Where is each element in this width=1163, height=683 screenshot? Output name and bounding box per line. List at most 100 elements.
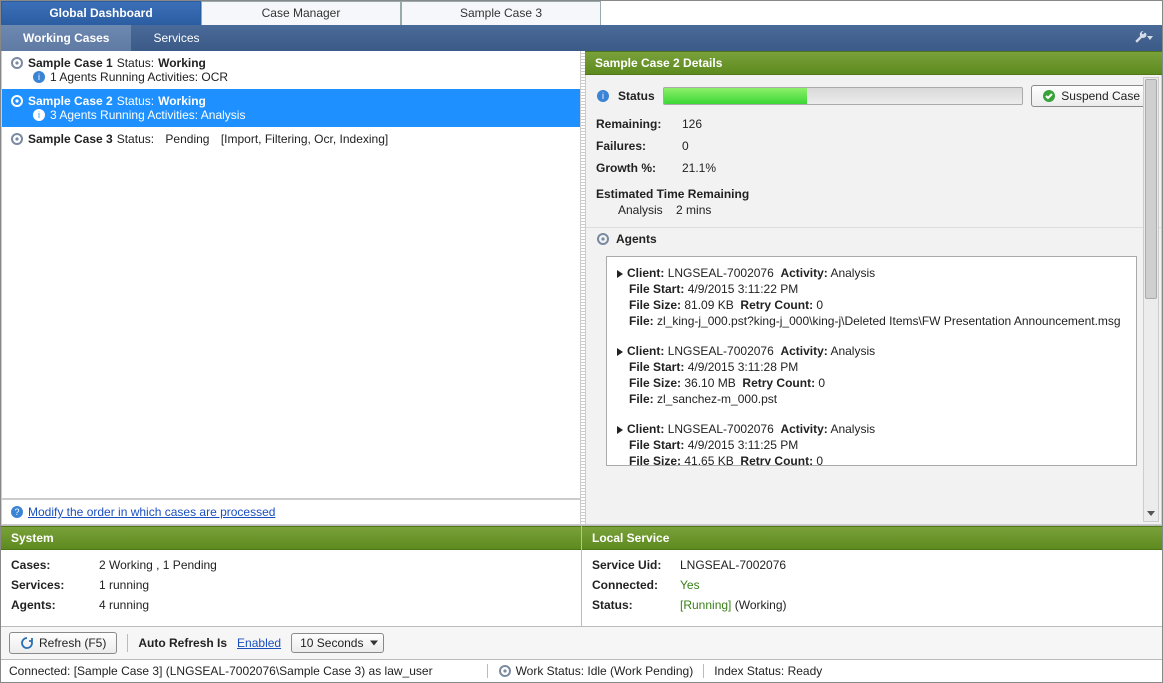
status-label: Status [618,89,655,103]
tab-case-manager[interactable]: Case Manager [201,1,401,25]
progress-fill [664,88,807,104]
services-value: 1 running [99,578,149,592]
work-status: Work Status: Idle (Work Pending) [516,664,694,678]
auto-refresh-enabled-link[interactable]: Enabled [237,636,281,650]
retry-label: Retry Count: [740,298,813,312]
agents-label: Agents: [11,598,91,612]
gear-icon [498,664,512,678]
file-size-label: File Size: [629,298,681,312]
agents-box[interactable]: Client: LNGSEAL-7002076 Activity: Analys… [606,256,1137,466]
status-running: [Running] [680,598,731,612]
system-panel: System Cases:2 Working , 1 Pending Servi… [1,526,581,626]
left-panel: Sample Case 1 Status: Working i 1 Agents… [1,51,581,525]
scroll-down-icon[interactable] [1145,506,1157,520]
expand-icon[interactable] [617,348,623,356]
case-sub: 1 Agents Running Activities: OCR [50,70,228,84]
agents-section: Agents Client: LNGSEAL-7002076 Activity:… [586,227,1161,466]
case-row-2[interactable]: Sample Case 2 Status: Working i 3 Agents… [2,89,580,127]
retry-value: 0 [818,376,825,390]
failures-value: 0 [682,139,689,153]
retry-value: 0 [816,454,823,466]
activity-label: Activity: [780,344,827,358]
agent-item[interactable]: Client: LNGSEAL-7002076 Activity: Analys… [617,343,1126,407]
help-icon: ? [10,505,24,519]
expand-icon[interactable] [617,270,623,278]
cases-list[interactable]: Sample Case 1 Status: Working i 1 Agents… [1,51,580,499]
tab-sample-case-3[interactable]: Sample Case 3 [401,1,601,25]
retry-label: Retry Count: [742,376,815,390]
suspend-label: Suspend Case [1061,89,1140,103]
suspend-case-button[interactable]: Suspend Case [1031,85,1151,107]
status-bar: Connected: [Sample Case 3] (LNGSEAL-7002… [1,659,1162,682]
system-header: System [1,526,581,550]
file-label: File: [629,392,654,406]
svg-text:i: i [38,110,40,120]
details-scrollbar[interactable] [1143,77,1159,522]
status-label: Status: [117,94,154,108]
progress-bar [663,87,1024,105]
refresh-button[interactable]: Refresh (F5) [9,632,117,654]
file-label: File: [629,314,654,328]
client-label: Client: [627,344,664,358]
remaining-label: Remaining: [596,117,676,131]
agent-item[interactable]: Client: LNGSEAL-7002076 Activity: Analys… [617,421,1126,466]
case-name: Sample Case 2 [28,94,113,108]
service-uid-label: Service Uid: [592,558,672,572]
status-value: Working [158,94,206,108]
settings-wrench-icon[interactable] [1130,25,1156,51]
gear-icon [10,132,24,146]
info-icon: i [32,70,46,84]
modify-order-link[interactable]: Modify the order in which cases are proc… [28,505,275,519]
subtab-working-cases[interactable]: Working Cases [1,25,131,51]
file-size-label: File Size: [629,454,681,466]
cases-label: Cases: [11,558,91,572]
divider [703,664,704,678]
auto-refresh-label: Auto Refresh Is [138,636,227,650]
activity-label: Activity: [780,266,827,280]
etr-value: 2 mins [676,203,711,217]
modify-order-bar: ? Modify the order in which cases are pr… [1,499,580,525]
check-icon [1042,89,1056,103]
connected-value: Yes [680,578,700,592]
case-row-1[interactable]: Sample Case 1 Status: Working i 1 Agents… [2,51,580,89]
refresh-label: Refresh (F5) [39,636,106,650]
service-uid-value: LNGSEAL-7002076 [680,558,786,572]
case-name: Sample Case 1 [28,56,113,70]
activity-value: Analysis [830,344,875,358]
client-label: Client: [627,266,664,280]
failures-label: Failures: [596,139,676,153]
retry-value: 0 [816,298,823,312]
top-tab-strip: Global Dashboard Case Manager Sample Cas… [1,1,1162,25]
etr-label: Estimated Time Remaining [586,179,1161,201]
file-value: zl_sanchez-m_000.pst [657,392,777,406]
activity-value: Analysis [830,266,875,280]
gear-icon [596,232,610,246]
svg-text:i: i [38,72,40,82]
case-row-3[interactable]: Sample Case 3 Status: Pending [Import, F… [2,127,580,151]
tab-global-dashboard[interactable]: Global Dashboard [1,1,201,25]
local-service-header: Local Service [582,526,1162,550]
case-sub: 3 Agents Running Activities: Analysis [50,108,245,122]
file-start-value: 4/9/2015 3:11:28 PM [688,360,799,374]
file-size-value: 41.65 KB [684,454,733,466]
case-extra: [Import, Filtering, Ocr, Indexing] [221,132,388,146]
client-label: Client: [627,422,664,436]
separator [127,634,128,652]
etr-activity: Analysis [618,203,663,217]
subtab-services[interactable]: Services [131,25,221,51]
refresh-bar: Refresh (F5) Auto Refresh Is Enabled 10 … [1,626,1162,659]
activity-label: Activity: [780,422,827,436]
growth-label: Growth %: [596,161,676,175]
details-header: Sample Case 2 Details [585,51,1162,75]
main-area: Sample Case 1 Status: Working i 1 Agents… [1,51,1162,525]
interval-select[interactable]: 10 Seconds [291,633,384,653]
file-size-value: 36.10 MB [684,376,735,390]
expand-icon[interactable] [617,426,623,434]
lower-panels: System Cases:2 Working , 1 Pending Servi… [1,525,1162,626]
gear-icon [10,56,24,70]
service-status-label: Status: [592,598,672,612]
agent-item[interactable]: Client: LNGSEAL-7002076 Activity: Analys… [617,265,1126,329]
client-value: LNGSEAL-7002076 [668,266,774,280]
scrollbar-thumb[interactable] [1145,79,1157,299]
secondary-tab-strip: Working Cases Services [1,25,1162,51]
